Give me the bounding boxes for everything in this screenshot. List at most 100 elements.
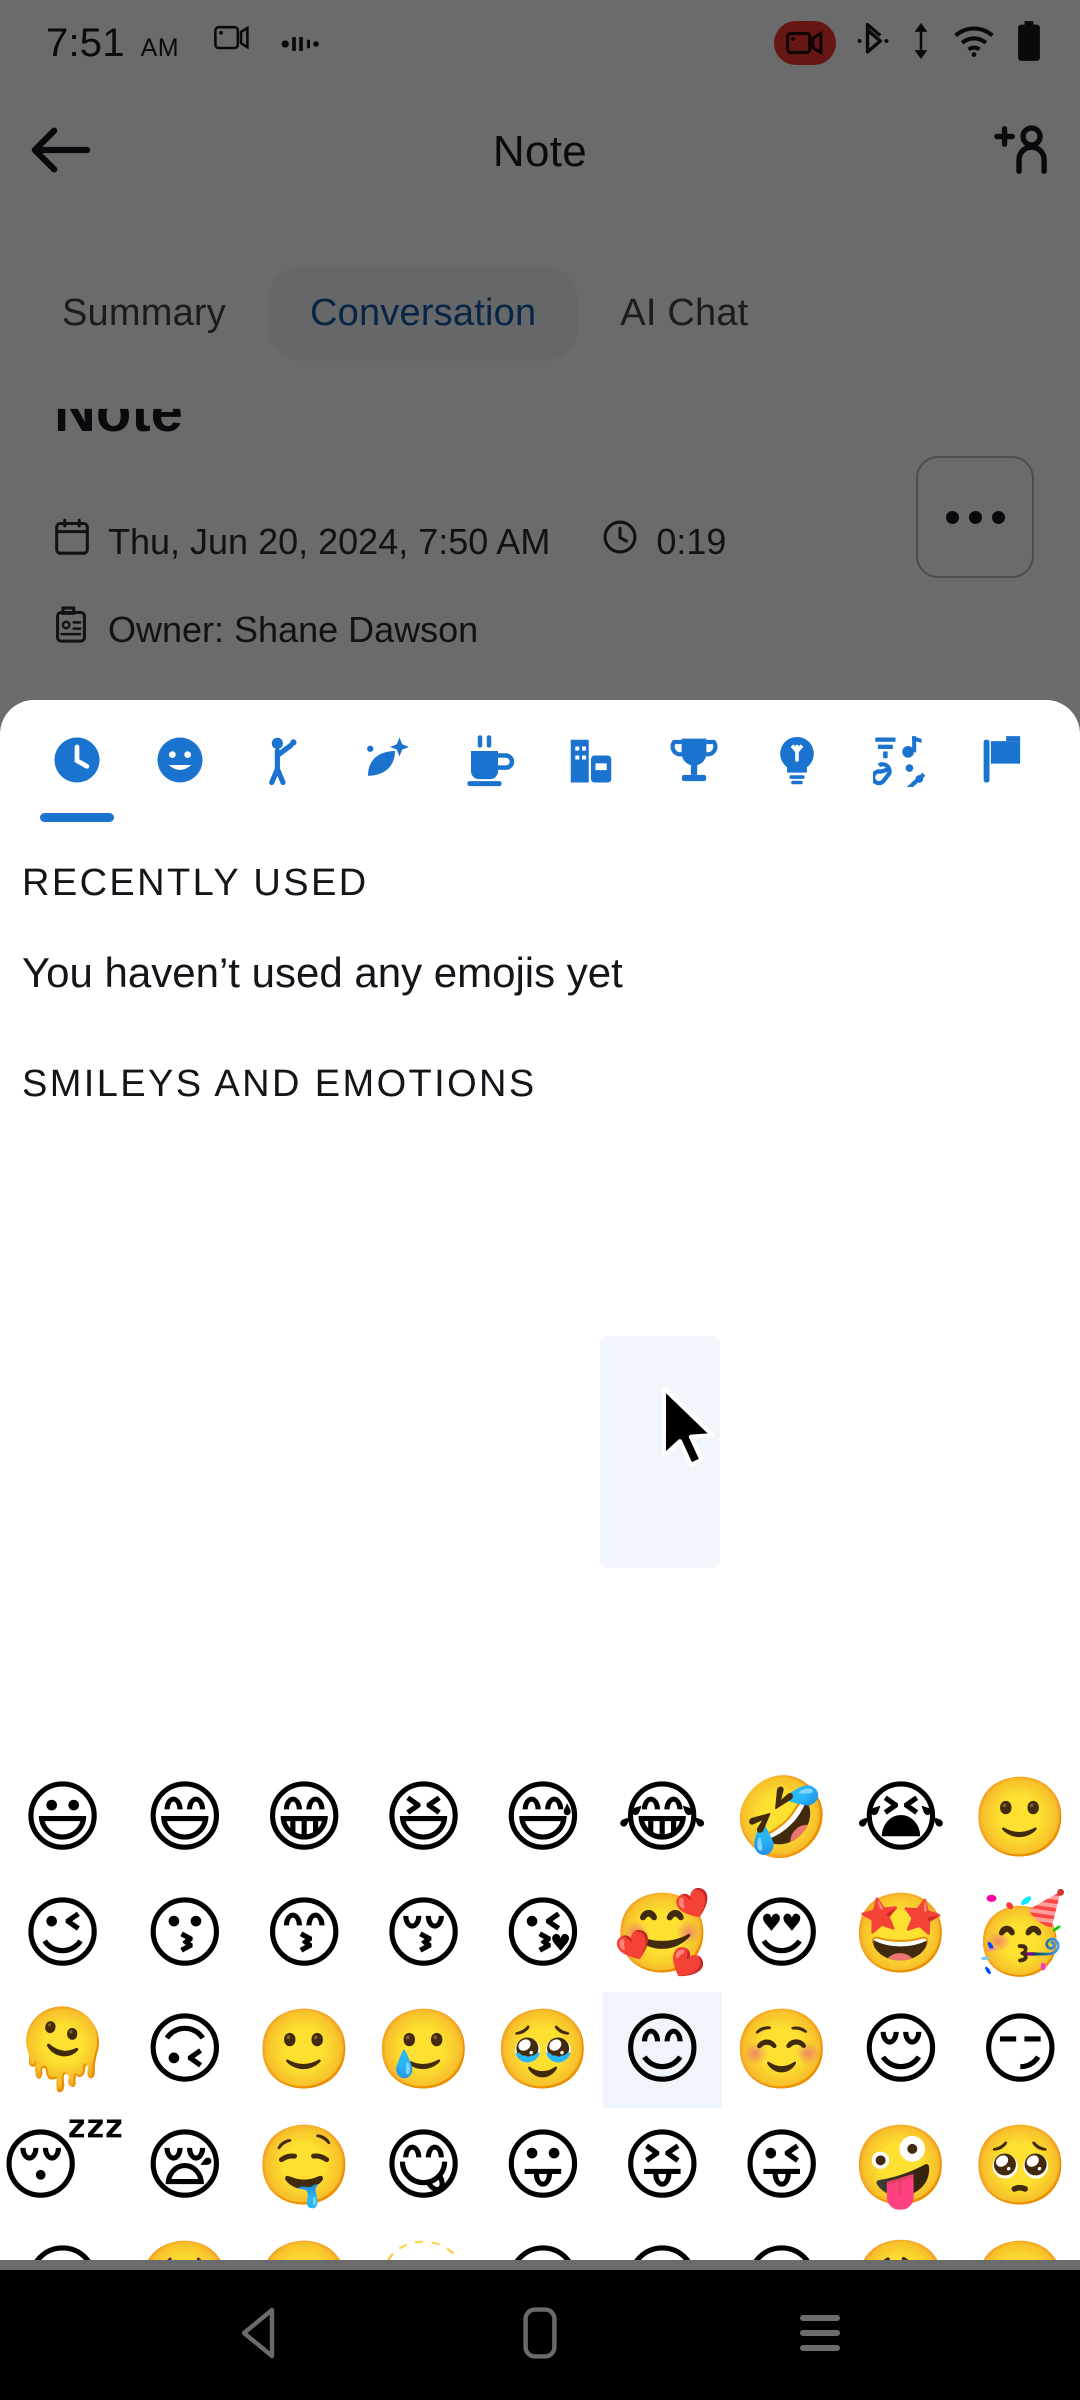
nav-recents-icon [796, 2311, 844, 2360]
emoji-cell[interactable]: 🥹 [483, 1992, 602, 2108]
emoji-tab-travel-places[interactable] [540, 700, 643, 828]
emoji-cell[interactable]: 🙂 [961, 1760, 1080, 1876]
note-duration-text: 0:19 [656, 520, 727, 562]
emoji-tab-flags[interactable] [951, 700, 1054, 828]
emoji-tab-objects[interactable] [746, 700, 849, 828]
emoji-tab-smileys[interactable] [129, 700, 232, 828]
emoji-cell[interactable]: 🤪 [841, 2108, 960, 2224]
emoji-category-tabbar [0, 700, 1080, 828]
emoji-cell[interactable]: 😝 [603, 2108, 722, 2224]
contact-card-icon [54, 606, 88, 653]
emoji-cell[interactable]: 😊 [602, 1992, 722, 2108]
note-owner-row: Owner: Shane Dawson [54, 606, 478, 653]
calendar-icon [54, 518, 90, 565]
note-owner-text: Owner: Shane Dawson [108, 608, 479, 650]
hot-beverage-icon [462, 733, 516, 796]
emoji-cell[interactable]: 😉 [0, 1876, 125, 1992]
emoji-cell[interactable]: ☺️ [722, 1992, 841, 2108]
nav-home-button[interactable] [480, 2306, 600, 2364]
more-options-icon [968, 510, 982, 524]
emoji-cell[interactable]: 🙂 [244, 1992, 363, 2108]
emoji-cell[interactable]: 😭 [841, 1760, 960, 1876]
leaf-sparkle-icon [359, 733, 413, 796]
emoji-cell[interactable]: 🥺 [961, 2108, 1080, 2224]
tab-conversation[interactable]: Conversation [267, 265, 579, 361]
clock-icon [50, 733, 104, 796]
emoji-cell[interactable]: 😅 [483, 1760, 602, 1876]
page-title: Note [492, 127, 588, 176]
emoji-grid: 😃😄😁😆😅😂🤣😭🙂😉😗😙😚😘🥰😍🤩🥳🫠🙃🙂🥲🥹😊☺️😌😏😴😪🤤😋😛😝😜🤪🥺😔🥺😬… [0, 1760, 1080, 2260]
arrow-left-icon [29, 124, 91, 181]
emoji-cell[interactable]: 🫠 [0, 1992, 125, 2108]
more-options-icon [991, 510, 1005, 524]
data-transfer-icon [910, 21, 932, 66]
tab-ai-chat[interactable]: AI Chat [578, 266, 790, 361]
emoji-cell[interactable]: 🥲 [364, 1992, 483, 2108]
android-nav-bar [0, 2270, 1080, 2400]
emoji-cell[interactable]: 😶 [722, 2224, 841, 2260]
emoji-cell[interactable]: 😬 [244, 2224, 363, 2260]
emoji-cell[interactable]: 🤩 [841, 1876, 960, 1992]
emoji-cell[interactable]: 😆 [364, 1760, 483, 1876]
emoji-cell[interactable]: 😏 [961, 1992, 1080, 2108]
emoji-cell[interactable]: 😌 [841, 1992, 960, 2108]
emoji-cell[interactable]: 🤤 [244, 2108, 363, 2224]
nav-home-icon [523, 2306, 557, 2364]
add-person-button[interactable] [960, 123, 1080, 182]
emoji-tab-people[interactable] [232, 700, 335, 828]
emoji-cell[interactable]: 😍 [722, 1876, 841, 1992]
emoji-cell[interactable]: 😔 [0, 2224, 125, 2260]
emoji-cell[interactable]: 😙 [244, 1876, 363, 1992]
emoji-tab-activities[interactable] [643, 700, 746, 828]
view-tabs: Summary Conversation AI Chat [0, 258, 1080, 368]
emoji-tab-food-drink[interactable] [437, 700, 540, 828]
emoji-cell[interactable]: 😪 [125, 2108, 244, 2224]
status-bar: 7:51 AM [0, 0, 1080, 86]
nav-back-button[interactable] [200, 2307, 320, 2364]
note-date-text: Thu, Jun 20, 2024, 7:50 AM [108, 520, 551, 562]
emoji-tab-symbols[interactable] [848, 700, 951, 828]
emoji-cell[interactable]: 😗 [125, 1876, 244, 1992]
emoji-cell[interactable]: 😋 [364, 2108, 483, 2224]
back-button[interactable] [0, 124, 120, 181]
tab-summary[interactable]: Summary [20, 266, 268, 361]
status-clock-ampm: AM [140, 33, 179, 62]
section-title-recently-used: RECENTLY USED [22, 862, 369, 904]
clock-icon [602, 519, 638, 564]
emoji-hover-highlight [600, 1336, 720, 1568]
emoji-cell[interactable]: 😐 [603, 2224, 722, 2260]
recently-used-empty-text: You haven’t used any emojis yet [22, 949, 623, 996]
app-bar: Note [0, 92, 1080, 212]
emoji-cell[interactable]: 🤣 [722, 1760, 841, 1876]
emoji-cell[interactable]: 😚 [364, 1876, 483, 1992]
nav-back-icon [238, 2307, 282, 2364]
wifi-icon [952, 23, 996, 64]
emoji-cell[interactable]: 🥳 [961, 1876, 1080, 1992]
emoji-cell[interactable]: 😴 [0, 2108, 125, 2224]
more-options-button[interactable] [916, 456, 1034, 578]
person-raising-hand-icon [256, 733, 310, 796]
more-options-icon [945, 510, 959, 524]
emoji-cell[interactable]: 😁 [244, 1760, 363, 1876]
note-date-row: Thu, Jun 20, 2024, 7:50 AM 0:19 [54, 518, 726, 565]
emoji-cell[interactable]: 🥺 [125, 2224, 244, 2260]
emoji-tab-animals-nature[interactable] [334, 700, 437, 828]
emoji-cell[interactable]: 🥰 [603, 1876, 722, 1992]
emoji-cell[interactable]: 😂 [603, 1760, 722, 1876]
emoji-tab-recently-used[interactable] [26, 700, 129, 828]
symbols-icon [870, 733, 927, 796]
emoji-cell[interactable]: 😮‍💨 [841, 2224, 960, 2260]
emoji-cell[interactable]: 😑 [483, 2224, 602, 2260]
vibrate-icon [281, 32, 323, 61]
emoji-cell[interactable]: 😃 [0, 1760, 125, 1876]
status-bar-left: 7:51 AM [46, 21, 774, 66]
emoji-cell[interactable]: 😜 [722, 2108, 841, 2224]
emoji-cell[interactable]: 😛 [483, 2108, 602, 2224]
emoji-cell[interactable]: 😄 [125, 1760, 244, 1876]
nav-recents-button[interactable] [760, 2311, 880, 2360]
emoji-cell[interactable]: 🤐 [961, 2224, 1080, 2260]
emoji-cell[interactable]: 🫥 [364, 2224, 483, 2260]
emoji-cell[interactable]: 😘 [483, 1876, 602, 1992]
emoji-cell[interactable]: 🙃 [125, 1992, 244, 2108]
screen-cast-icon [213, 24, 253, 61]
